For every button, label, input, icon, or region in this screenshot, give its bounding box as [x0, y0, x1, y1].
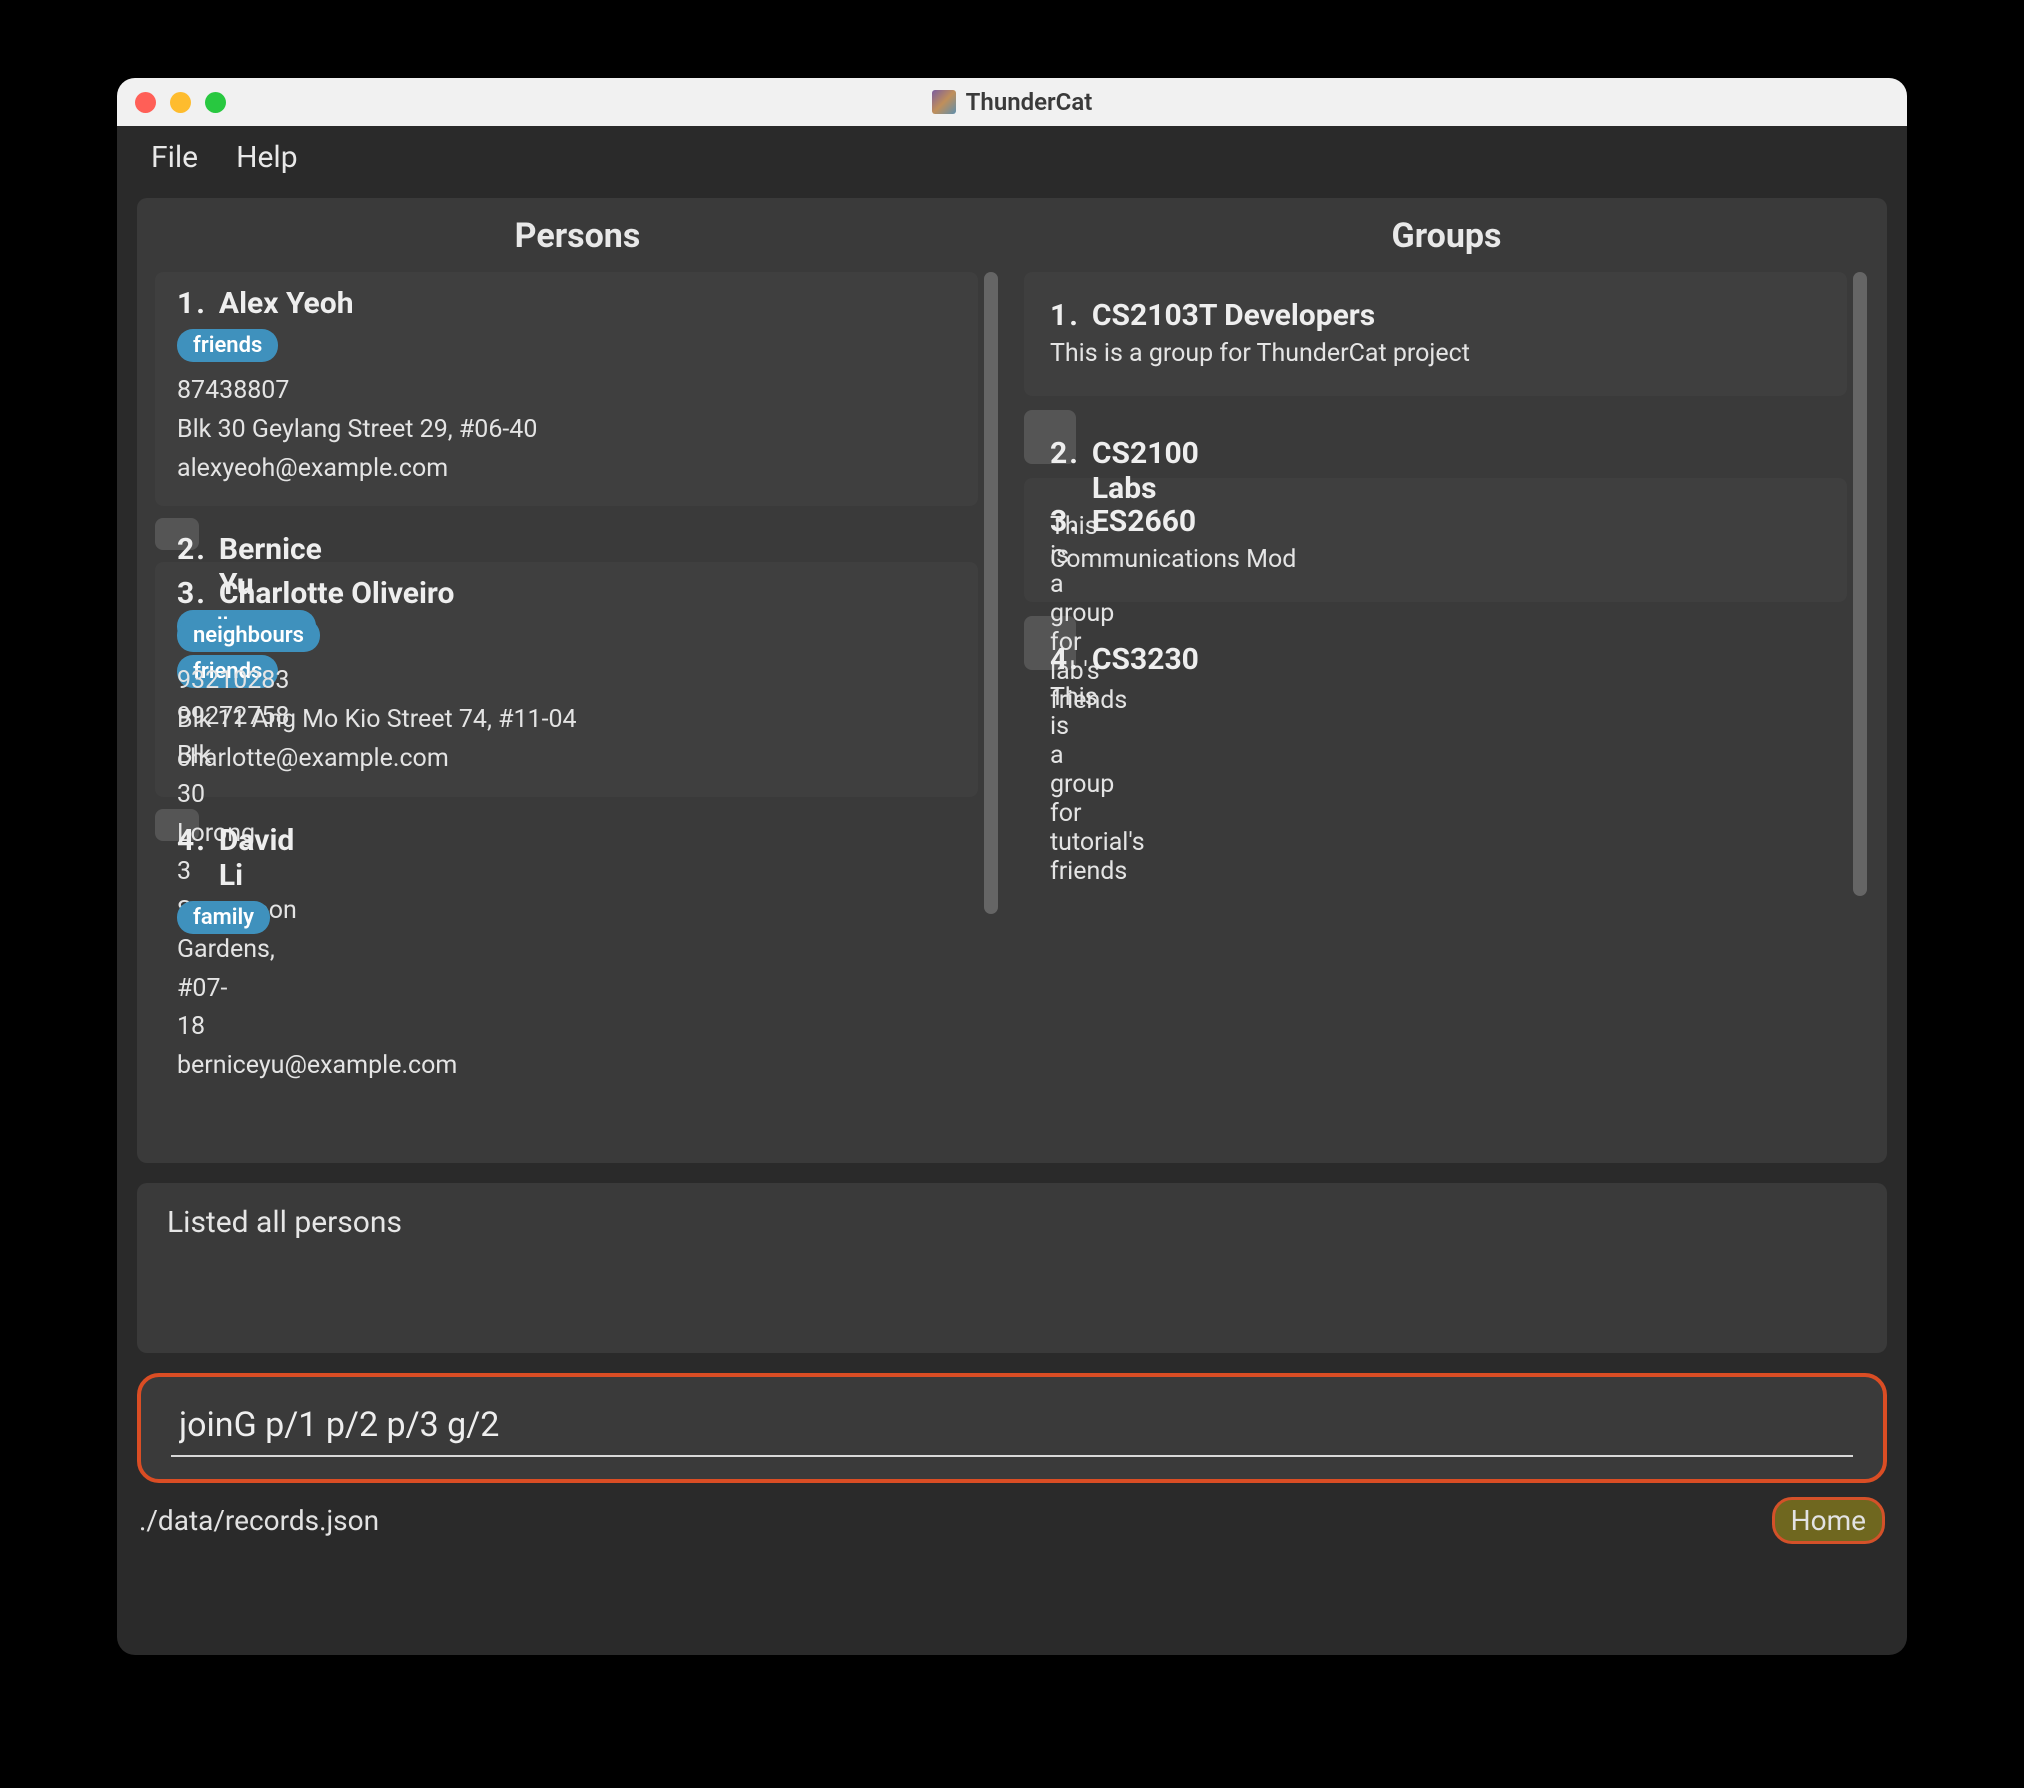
- app-window: ThunderCat File Help Persons 1 Alex Yeoh f…: [117, 78, 1907, 1655]
- person-index: 1: [177, 286, 205, 321]
- persons-title: Persons: [155, 216, 1000, 256]
- main-content: Persons 1 Alex Yeoh friends 87438807Blk 30 …: [137, 198, 1887, 1163]
- menubar: File Help: [117, 126, 1907, 188]
- group-index: 1: [1050, 298, 1078, 333]
- status-path: ./data/records.json: [139, 1504, 379, 1537]
- menu-file[interactable]: File: [151, 140, 198, 175]
- group-index: 3: [1050, 504, 1078, 539]
- persons-scrollbar[interactable]: [984, 272, 998, 914]
- groups-panel: Groups 1 CS2103T Developers This is a grou…: [1024, 216, 1869, 1163]
- person-index: 3: [177, 576, 205, 611]
- group-index: 4: [1050, 642, 1078, 677]
- group-desc: Communications Mod: [1050, 545, 1821, 574]
- minimize-icon[interactable]: [170, 92, 191, 113]
- app-icon: [932, 90, 956, 114]
- person-index: 4: [177, 823, 205, 858]
- groups-list[interactable]: 1 CS2103T Developers This is a group for T…: [1024, 272, 1869, 1163]
- result-text: Listed all persons: [167, 1205, 402, 1240]
- group-name: ES2660: [1092, 504, 1196, 539]
- groups-scrollbar[interactable]: [1853, 272, 1867, 896]
- tag: friends: [177, 329, 278, 362]
- persons-list[interactable]: 1 Alex Yeoh friends 87438807Blk 30 Geylang …: [155, 272, 1000, 1163]
- group-index: 2: [1050, 436, 1078, 471]
- home-button[interactable]: Home: [1772, 1497, 1885, 1544]
- groups-title: Groups: [1024, 216, 1869, 256]
- person-address: Blk 30 Geylang Street 29, #06-40: [177, 411, 956, 450]
- group-name: CS2103T Developers: [1092, 298, 1375, 333]
- person-index: 2: [177, 532, 205, 567]
- person-name: David Li: [219, 823, 294, 893]
- group-desc: This is a group for ThunderCat project: [1050, 339, 1821, 368]
- close-icon[interactable]: [135, 92, 156, 113]
- person-card[interactable]: 3 Charlotte Oliveiro neighbours 93210283Blk…: [155, 562, 978, 796]
- command-box: [137, 1373, 1887, 1483]
- tag: family: [177, 901, 270, 934]
- person-name: Alex Yeoh: [219, 286, 354, 321]
- group-card[interactable]: 2CS2100 LabsThis is a group for lab's fr…: [1024, 410, 1076, 464]
- tag: neighbours: [177, 619, 320, 652]
- person-card[interactable]: 2Bernice Yucolleaguesfriends99272758Blk …: [155, 518, 199, 550]
- maximize-icon[interactable]: [205, 92, 226, 113]
- window-controls: [135, 92, 226, 113]
- person-phone: 87438807: [177, 372, 956, 411]
- group-card[interactable]: 1 CS2103T Developers This is a group for T…: [1024, 272, 1847, 396]
- person-tags: neighbours: [177, 619, 956, 652]
- person-phone: 93210283: [177, 662, 956, 701]
- person-address: Blk 11 Ang Mo Kio Street 74, #11-04: [177, 701, 956, 740]
- statusbar: ./data/records.json Home: [117, 1497, 1907, 1553]
- person-email: charlotte@example.com: [177, 740, 956, 779]
- person-card[interactable]: 1 Alex Yeoh friends 87438807Blk 30 Geylang …: [155, 272, 978, 506]
- group-name: CS2100 Labs: [1092, 436, 1199, 506]
- group-name: CS3230: [1092, 642, 1199, 677]
- person-email: alexyeoh@example.com: [177, 450, 956, 489]
- persons-panel: Persons 1 Alex Yeoh friends 87438807Blk 30 …: [155, 216, 1000, 1163]
- command-input[interactable]: [171, 1399, 1853, 1457]
- titlebar: ThunderCat: [117, 78, 1907, 126]
- person-name: Charlotte Oliveiro: [219, 576, 454, 611]
- menu-help[interactable]: Help: [236, 140, 297, 175]
- person-tags: friends: [177, 329, 956, 362]
- app-title: ThunderCat: [966, 88, 1093, 116]
- result-display: Listed all persons: [137, 1183, 1887, 1353]
